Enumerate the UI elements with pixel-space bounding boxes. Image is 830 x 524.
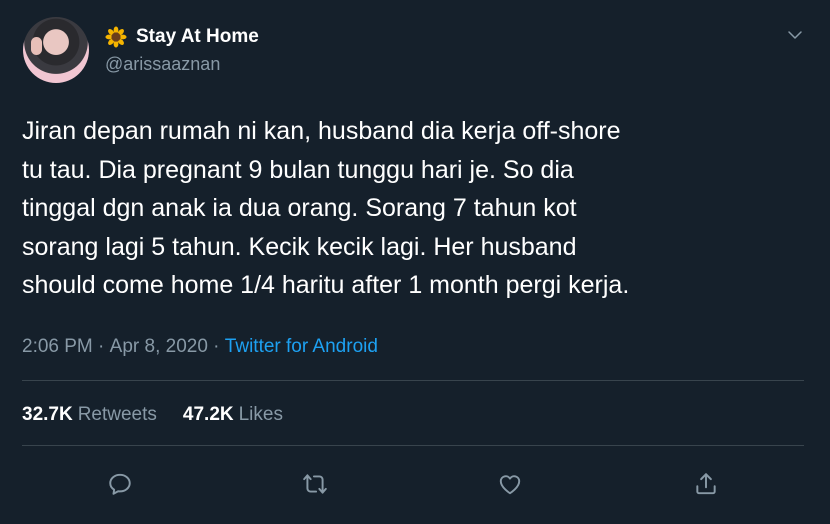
share-button[interactable] xyxy=(690,468,722,500)
retweets-count: 32.7K xyxy=(22,404,73,425)
retweet-button[interactable] xyxy=(299,468,331,500)
retweets-stat[interactable]: 32.7K Retweets xyxy=(22,404,157,426)
tweet-time[interactable]: 2:06 PM xyxy=(22,336,93,358)
like-button[interactable] xyxy=(494,468,526,500)
divider xyxy=(22,445,804,446)
meta-separator: · xyxy=(207,336,225,357)
reply-button[interactable] xyxy=(104,468,136,500)
divider xyxy=(22,380,804,381)
sunflower-icon xyxy=(105,26,127,48)
avatar[interactable] xyxy=(23,17,89,83)
display-name-row[interactable]: Stay At Home xyxy=(105,26,259,48)
chevron-down-icon[interactable] xyxy=(786,26,804,44)
user-handle[interactable]: @arissaaznan xyxy=(105,54,220,75)
display-name[interactable]: Stay At Home xyxy=(136,26,259,48)
reply-icon xyxy=(109,473,131,495)
share-icon xyxy=(696,473,716,495)
tweet-meta: 2:06 PM · Apr 8, 2020 · Twitter for Andr… xyxy=(22,336,378,358)
avatar-hand xyxy=(31,37,42,55)
likes-label: Likes xyxy=(238,404,283,425)
heart-icon xyxy=(499,475,521,495)
tweet-text: Jiran depan rumah ni kan, husband dia ke… xyxy=(22,117,630,299)
action-bar xyxy=(0,468,830,500)
tweet-card: Stay At Home @arissaaznan Jiran depan ru… xyxy=(0,0,830,524)
retweet-icon xyxy=(303,474,327,494)
likes-stat[interactable]: 47.2K Likes xyxy=(183,404,283,426)
meta-separator: · xyxy=(92,336,110,357)
tweet-stats: 32.7K Retweets 47.2K Likes xyxy=(22,404,283,426)
likes-count: 47.2K xyxy=(182,404,234,425)
retweets-label: Retweets xyxy=(77,404,157,425)
tweet-source-link[interactable]: Twitter for Android xyxy=(225,336,378,358)
tweet-date[interactable]: Apr 8, 2020 xyxy=(110,336,208,358)
